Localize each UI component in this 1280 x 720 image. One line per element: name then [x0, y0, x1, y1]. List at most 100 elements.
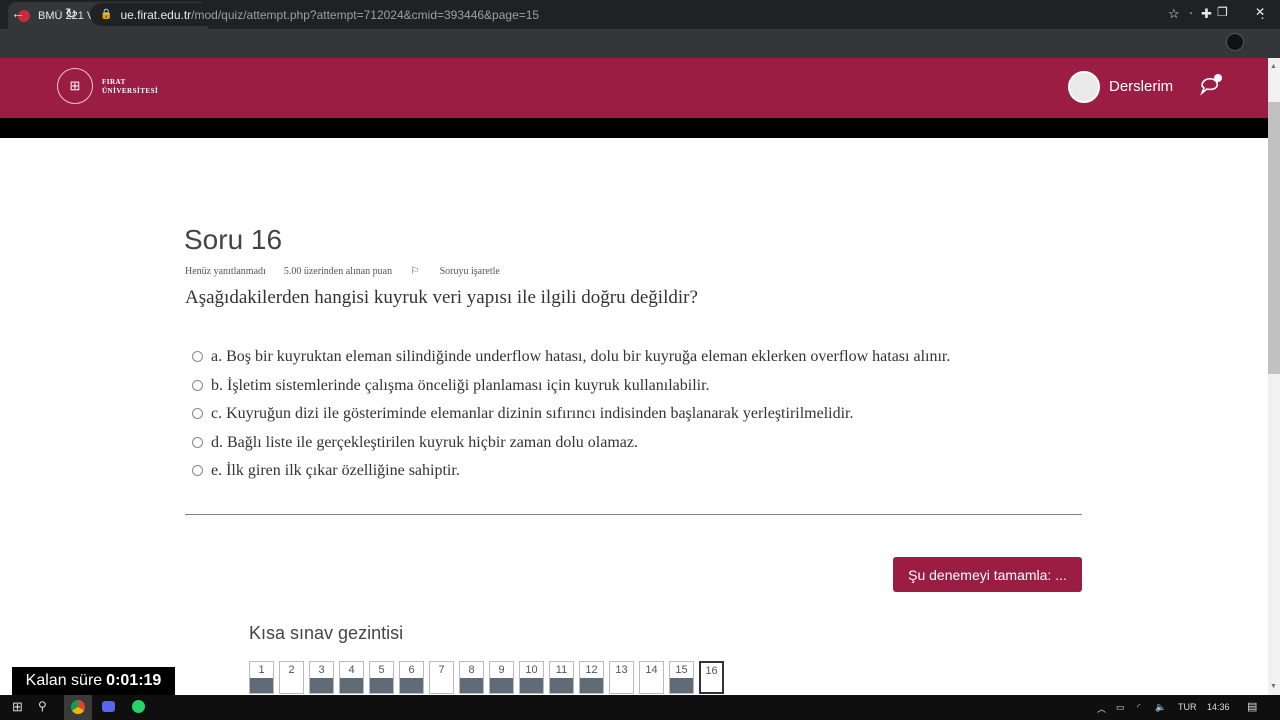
answered-indicator [340, 678, 363, 693]
option-label: c. Kuyruğun dizi ile gösteriminde eleman… [211, 405, 854, 422]
quiz-nav-number: 14 [645, 664, 658, 676]
quiz-nav-button-12[interactable]: 12 [579, 661, 604, 694]
quiz-nav-button-6[interactable]: 6 [399, 661, 424, 694]
quiz-nav-number: 3 [318, 664, 325, 676]
volume-icon[interactable]: 🔈 [1155, 702, 1166, 713]
user-avatar[interactable] [1068, 71, 1100, 103]
quiz-navigation-grid: 1 2 3 4 5 6 7 8 9 10 11 12 13 14 15 16 [249, 661, 729, 694]
quiz-nav-number: 9 [498, 664, 505, 676]
quiz-nav-number: 2 [288, 664, 295, 676]
answered-indicator [250, 678, 273, 693]
answer-option-c[interactable]: c. Kuyruğun dizi ile gösteriminde eleman… [192, 405, 950, 434]
quiz-nav-number: 13 [615, 664, 628, 676]
flag-label: Soruyu işaretle [439, 266, 500, 277]
quiz-nav-button-14[interactable]: 14 [639, 661, 664, 694]
extensions-icon[interactable]: ✚ [1201, 6, 1212, 22]
question-title: Soru 16 [184, 224, 283, 255]
logo-line-2: ÜNİVERSİTESİ [102, 87, 159, 95]
timer-label: Kalan süre [25, 672, 103, 689]
quiz-nav-button-15[interactable]: 15 [669, 661, 694, 694]
profile-avatar-icon[interactable] [1226, 33, 1244, 51]
quiz-nav-button-1[interactable]: 1 [249, 661, 274, 694]
quiz-nav-number: 4 [348, 664, 355, 676]
url-host: ue.firat.edu.tr [120, 7, 192, 22]
scrollbar-thumb[interactable] [1268, 102, 1280, 374]
answered-indicator [310, 678, 333, 693]
question-status: Henüz yanıtlanmadı [185, 266, 266, 277]
content-divider [185, 514, 1082, 515]
my-courses-link[interactable]: Derslerim [1109, 78, 1173, 95]
input-language[interactable]: TUR [1178, 702, 1197, 712]
whatsapp-icon[interactable] [132, 700, 145, 713]
quiz-nav-button-7[interactable]: 7 [429, 661, 454, 694]
scroll-up-icon[interactable]: ▲ [1270, 63, 1277, 70]
radio-button[interactable] [192, 379, 203, 391]
radio-button[interactable] [192, 408, 203, 419]
windows-start-icon[interactable]: ⊞ [12, 699, 23, 715]
radio-button[interactable] [192, 436, 203, 448]
timer-value: 0:01:19 [106, 672, 162, 689]
answer-option-b[interactable]: b. İşletim sistemlerinde çalışma önceliğ… [192, 377, 950, 406]
header-bottom-bar [0, 118, 1268, 138]
back-icon[interactable]: ← [11, 5, 25, 21]
question-marks: 5.00 üzerinden alınan puan [283, 266, 393, 277]
address-bar[interactable]: 🔒 ue.firat.edu.tr /mod/quiz/attempt.php?… [90, 3, 1190, 26]
battery-icon[interactable]: ▭ [1116, 702, 1125, 713]
os-taskbar [0, 695, 1280, 720]
browser-toolbar [0, 29, 1280, 58]
browser-menu-icon[interactable]: ⋮ [1256, 6, 1269, 22]
notifications-icon[interactable]: ▤ [1247, 700, 1257, 713]
answered-indicator [580, 678, 603, 693]
scroll-down-icon[interactable]: ▼ [1270, 683, 1277, 690]
bookmark-star-icon[interactable]: ☆ [1168, 6, 1180, 22]
radio-button[interactable] [192, 351, 203, 362]
answered-indicator [670, 678, 693, 693]
quiz-nav-button-11[interactable]: 11 [549, 661, 574, 694]
radio-button[interactable] [192, 465, 203, 476]
university-logo-text[interactable]: FIRAT ÜNİVERSİTESİ [102, 78, 158, 96]
question-info: Henüz yanıtlanmadı 5.00 üzerinden alınan… [185, 266, 536, 277]
quiz-nav-button-8[interactable]: 8 [459, 661, 484, 694]
quiz-navigation-title: Kısa sınav gezintisi [249, 623, 404, 643]
quiz-nav-number: 7 [438, 664, 445, 676]
quiz-nav-button-5[interactable]: 5 [369, 661, 394, 694]
quiz-nav-number: 1 [258, 664, 265, 676]
answer-option-d[interactable]: d. Bağlı liste ile gerçekleştirilen kuyr… [192, 434, 950, 463]
quiz-nav-button-2[interactable]: 2 [279, 661, 304, 694]
answer-option-e[interactable]: e. İlk giren ilk çıkar özelliğine sahipt… [192, 462, 950, 491]
finish-attempt-button[interactable]: Şu denemeyi tamamla: ... [893, 557, 1082, 592]
quiz-nav-button-3[interactable]: 3 [309, 661, 334, 694]
quiz-nav-number: 15 [675, 664, 688, 676]
quiz-nav-button-13[interactable]: 13 [609, 661, 634, 694]
reload-icon[interactable]: ↻ [65, 5, 77, 22]
question-text: Aşağıdakilerden hangisi kuyruk veri yapı… [185, 287, 698, 308]
flag-icon: ⚐ [410, 266, 422, 277]
discord-icon[interactable] [102, 701, 115, 712]
forward-icon[interactable]: → [38, 5, 52, 21]
option-label: b. İşletim sistemlerinde çalışma önceliğ… [211, 376, 710, 394]
answer-option-a[interactable]: a. Boş bir kuyruktan eleman silindiğinde… [192, 348, 950, 377]
messages-icon[interactable] [1199, 74, 1225, 96]
quiz-nav-button-9[interactable]: 9 [489, 661, 514, 694]
logo-line-1: FIRAT [102, 78, 126, 86]
time-remaining: Kalan süre 0:01:19 [12, 667, 175, 695]
tray-chevron-icon[interactable]: ︿ [1097, 702, 1106, 715]
wifi-icon[interactable]: ◜ [1137, 702, 1141, 713]
quiz-nav-button-16[interactable]: 16 [699, 661, 724, 694]
quiz-nav-number: 11 [555, 664, 568, 676]
system-clock[interactable]: 14:36 [1207, 702, 1230, 712]
search-icon[interactable]: ⚲ [38, 699, 47, 713]
option-label: e. İlk giren ilk çıkar özelliğine sahipt… [211, 462, 460, 479]
chrome-icon[interactable] [71, 700, 85, 714]
answered-indicator [520, 678, 543, 693]
answered-indicator [460, 678, 483, 693]
quiz-nav-button-4[interactable]: 4 [339, 661, 364, 694]
answered-indicator [400, 678, 423, 693]
url-path: /mod/quiz/attempt.php?attempt=712024&cmi… [191, 7, 540, 22]
quiz-nav-number: 12 [585, 664, 598, 676]
quiz-nav-button-10[interactable]: 10 [519, 661, 544, 694]
option-label: a. Boş bir kuyruktan eleman silindiğinde… [211, 348, 951, 365]
maximize-icon[interactable]: ❐ [1217, 5, 1228, 19]
university-seal-icon[interactable]: ⊞ [57, 68, 93, 104]
flag-question-link[interactable]: ⚐ Soruyu işaretle [410, 266, 518, 277]
